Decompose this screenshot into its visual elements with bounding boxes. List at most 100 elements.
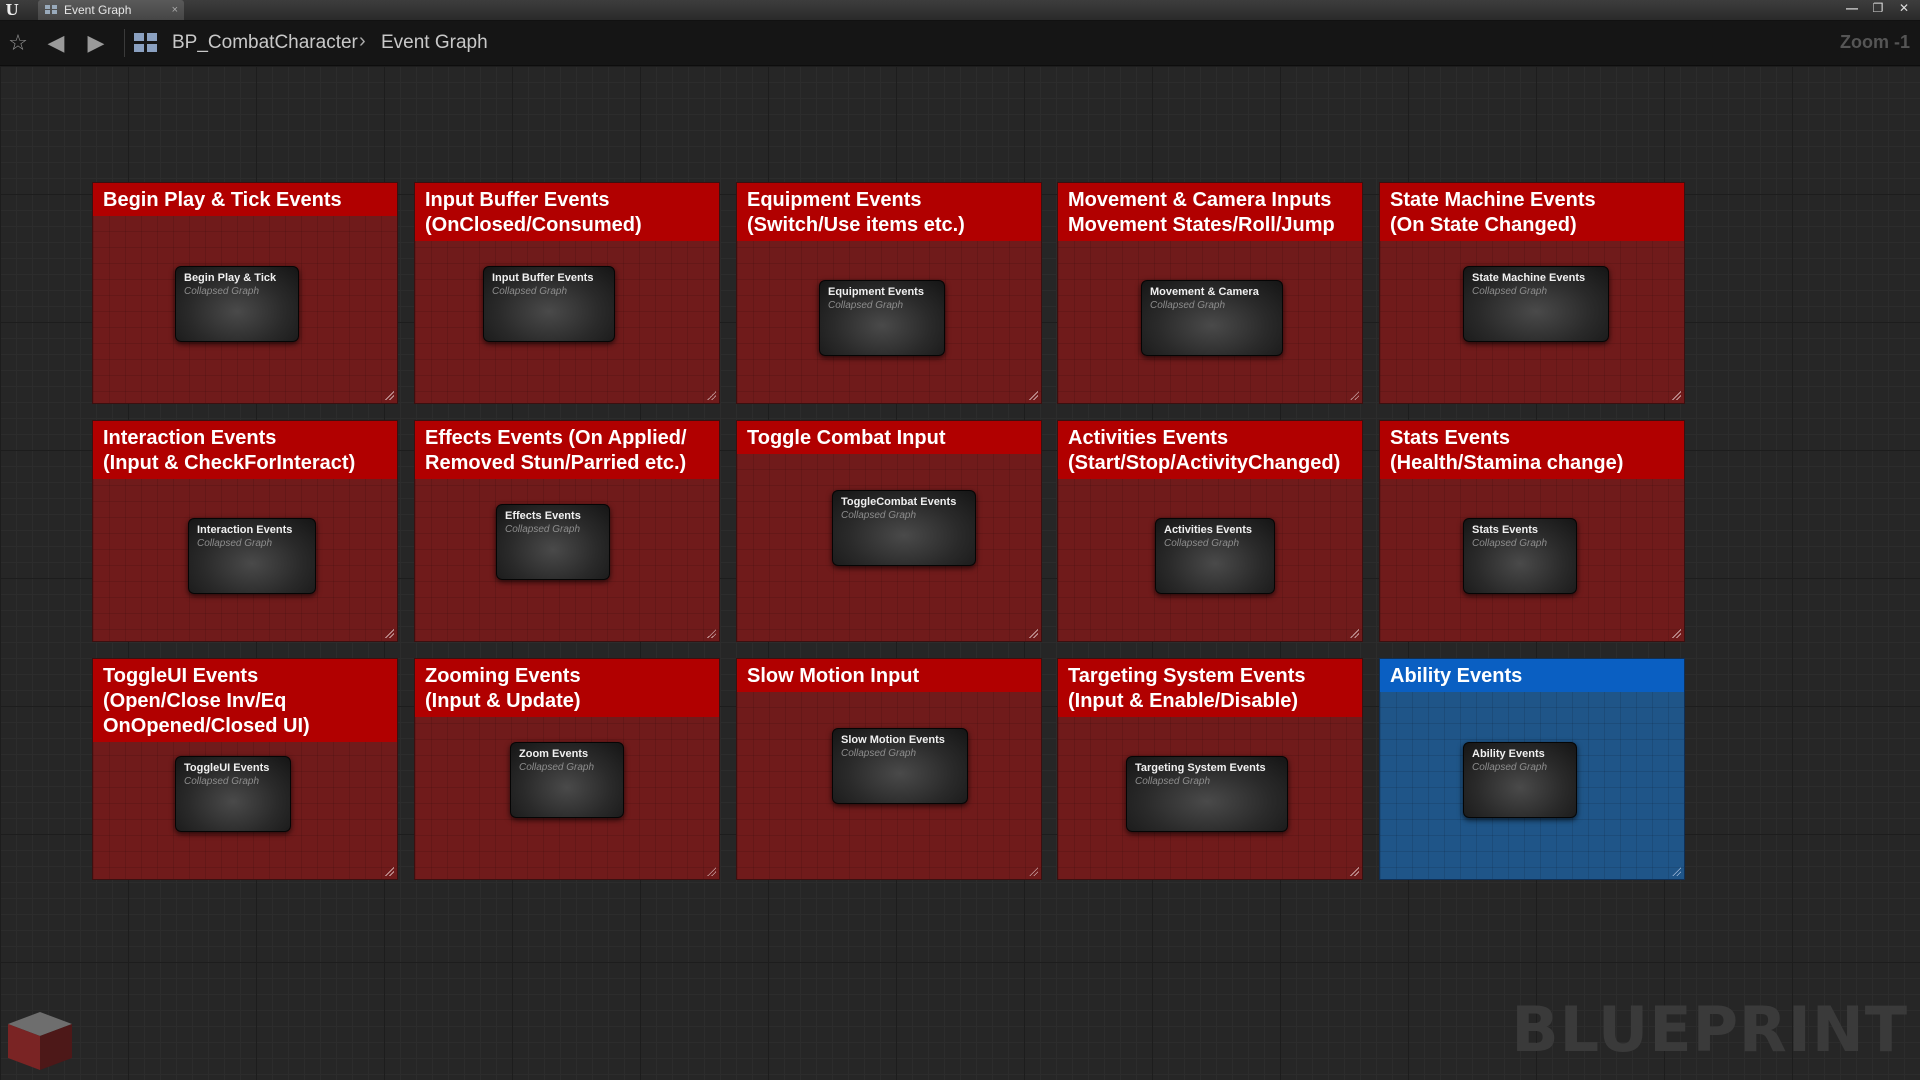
collapsed-graph-node[interactable]: Zoom Events Collapsed Graph: [510, 742, 624, 818]
breadcrumb-blueprint[interactable]: BP_CombatCharacter: [172, 32, 358, 54]
comment-box[interactable]: ToggleUI Events (Open/Close Inv/Eq OnOpe…: [92, 658, 398, 880]
tab-event-graph[interactable]: Event Graph ×: [38, 0, 184, 20]
breadcrumb-event-graph[interactable]: Event Graph: [381, 32, 488, 54]
node-subtitle: Collapsed Graph: [841, 510, 917, 521]
comment-title: State Machine Events (On State Changed): [1380, 183, 1684, 241]
collapsed-graph-node[interactable]: Input Buffer Events Collapsed Graph: [483, 266, 615, 342]
resize-handle-icon[interactable]: [706, 866, 716, 876]
comment-box[interactable]: Activities Events (Start/Stop/ActivityCh…: [1057, 420, 1363, 642]
comment-title: Equipment Events (Switch/Use items etc.): [737, 183, 1041, 241]
comment-box[interactable]: Targeting System Events (Input & Enable/…: [1057, 658, 1363, 880]
breadcrumb-separator-icon: ›: [359, 30, 366, 52]
node-title: ToggleUI Events: [184, 762, 270, 774]
node-title: Activities Events: [1164, 524, 1253, 536]
collapsed-graph-node[interactable]: Targeting System Events Collapsed Graph: [1126, 756, 1288, 832]
comment-box[interactable]: Input Buffer Events (OnClosed/Consumed) …: [414, 182, 720, 404]
node-subtitle: Collapsed Graph: [184, 286, 260, 297]
resize-handle-icon[interactable]: [384, 390, 394, 400]
node-subtitle: Collapsed Graph: [519, 762, 595, 773]
comment-box[interactable]: Slow Motion Input Slow Motion Events Col…: [736, 658, 1042, 880]
window-controls: — ❐ ✕: [1844, 0, 1912, 18]
collapsed-graph-node[interactable]: Interaction Events Collapsed Graph: [188, 518, 316, 594]
node-title: Zoom Events: [519, 748, 589, 760]
star-icon[interactable]: ☆: [6, 31, 30, 55]
collapsed-graph-node[interactable]: State Machine Events Collapsed Graph: [1463, 266, 1609, 342]
blueprint-watermark: BLUEPRINT: [1511, 993, 1908, 1066]
collapsed-graph-node[interactable]: ToggleCombat Events Collapsed Graph: [832, 490, 976, 566]
node-subtitle: Collapsed Graph: [184, 776, 260, 787]
node-title: Input Buffer Events: [492, 272, 594, 284]
collapsed-graph-node[interactable]: Effects Events Collapsed Graph: [496, 504, 610, 580]
resize-handle-icon[interactable]: [1671, 866, 1681, 876]
comment-title: Toggle Combat Input: [737, 421, 1041, 454]
resize-handle-icon[interactable]: [1349, 628, 1359, 638]
resize-handle-icon[interactable]: [706, 628, 716, 638]
comment-title: Zooming Events (Input & Update): [415, 659, 719, 717]
resize-handle-icon[interactable]: [1349, 390, 1359, 400]
unreal-logo-icon[interactable]: U: [2, 1, 22, 19]
node-subtitle: Collapsed Graph: [505, 524, 581, 535]
restore-button[interactable]: ❐: [1870, 0, 1886, 16]
comment-box[interactable]: Interaction Events (Input & CheckForInte…: [92, 420, 398, 642]
back-arrow-icon[interactable]: ◀: [44, 31, 68, 55]
node-title: Stats Events: [1472, 524, 1539, 536]
resize-handle-icon[interactable]: [1349, 866, 1359, 876]
resize-handle-icon[interactable]: [1028, 390, 1038, 400]
comment-title: Activities Events (Start/Stop/ActivityCh…: [1058, 421, 1362, 479]
resize-handle-icon[interactable]: [384, 866, 394, 876]
comment-box[interactable]: Stats Events (Health/Stamina change) Sta…: [1379, 420, 1685, 642]
comment-title: Ability Events: [1380, 659, 1684, 692]
resize-handle-icon[interactable]: [1028, 866, 1038, 876]
node-subtitle: Collapsed Graph: [1150, 300, 1226, 311]
tab-close-icon[interactable]: ×: [172, 0, 178, 20]
node-title: ToggleCombat Events: [841, 496, 957, 508]
comment-box-selected[interactable]: Ability Events Ability Events Collapsed …: [1379, 658, 1685, 880]
collapsed-graph-node[interactable]: Activities Events Collapsed Graph: [1155, 518, 1275, 594]
comment-box[interactable]: Begin Play & Tick Events Begin Play & Ti…: [92, 182, 398, 404]
close-button[interactable]: ✕: [1896, 0, 1912, 16]
node-subtitle: Collapsed Graph: [1472, 286, 1548, 297]
collapsed-graph-node[interactable]: Slow Motion Events Collapsed Graph: [832, 728, 968, 804]
collapsed-graph-node[interactable]: Begin Play & Tick Collapsed Graph: [175, 266, 299, 342]
collapsed-graph-node[interactable]: ToggleUI Events Collapsed Graph: [175, 756, 291, 832]
comment-title: Slow Motion Input: [737, 659, 1041, 692]
node-title: Equipment Events: [828, 286, 924, 298]
collapsed-graph-node[interactable]: Movement & Camera Collapsed Graph: [1141, 280, 1283, 356]
node-title: Movement & Camera: [1150, 286, 1259, 298]
minimize-button[interactable]: —: [1844, 0, 1860, 16]
collapsed-graph-node[interactable]: Ability Events Collapsed Graph: [1463, 742, 1577, 818]
forward-arrow-icon[interactable]: ▶: [84, 31, 108, 55]
comment-box[interactable]: Zooming Events (Input & Update) Zoom Eve…: [414, 658, 720, 880]
zoom-level: Zoom -1: [1840, 32, 1910, 52]
node-title: Interaction Events: [197, 524, 293, 536]
comment-title: Movement & Camera Inputs Movement States…: [1058, 183, 1362, 241]
graph-canvas[interactable]: Begin Play & Tick Events Begin Play & Ti…: [0, 66, 1920, 1080]
graph-toolbar: ☆ ◀ ▶ BP_CombatCharacter › Event Graph Z…: [0, 21, 1920, 66]
node-subtitle: Collapsed Graph: [1135, 776, 1211, 787]
comment-box[interactable]: Movement & Camera Inputs Movement States…: [1057, 182, 1363, 404]
collapsed-graph-node[interactable]: Stats Events Collapsed Graph: [1463, 518, 1577, 594]
comment-box[interactable]: Effects Events (On Applied/ Removed Stun…: [414, 420, 720, 642]
view-cube-icon: [8, 1012, 72, 1070]
comment-title: Targeting System Events (Input & Enable/…: [1058, 659, 1362, 717]
node-title: Slow Motion Events: [841, 734, 945, 746]
node-subtitle: Collapsed Graph: [197, 538, 273, 549]
comment-box[interactable]: Equipment Events (Switch/Use items etc.)…: [736, 182, 1042, 404]
graph-icon: [45, 5, 58, 15]
node-title: Begin Play & Tick: [184, 272, 277, 284]
node-title: State Machine Events: [1472, 272, 1586, 284]
collapsed-graph-node[interactable]: Equipment Events Collapsed Graph: [819, 280, 945, 356]
blueprint-graph-icon: [134, 33, 158, 53]
tab-label: Event Graph: [64, 3, 132, 17]
comment-box[interactable]: State Machine Events (On State Changed) …: [1379, 182, 1685, 404]
resize-handle-icon[interactable]: [1671, 628, 1681, 638]
resize-handle-icon[interactable]: [384, 628, 394, 638]
comment-title: Begin Play & Tick Events: [93, 183, 397, 216]
resize-handle-icon[interactable]: [1671, 390, 1681, 400]
comment-title: ToggleUI Events (Open/Close Inv/Eq OnOpe…: [93, 659, 397, 742]
resize-handle-icon[interactable]: [706, 390, 716, 400]
resize-handle-icon[interactable]: [1028, 628, 1038, 638]
comment-box[interactable]: Toggle Combat Input ToggleCombat Events …: [736, 420, 1042, 642]
comment-title: Effects Events (On Applied/ Removed Stun…: [415, 421, 719, 479]
comment-title: Input Buffer Events (OnClosed/Consumed): [415, 183, 719, 241]
